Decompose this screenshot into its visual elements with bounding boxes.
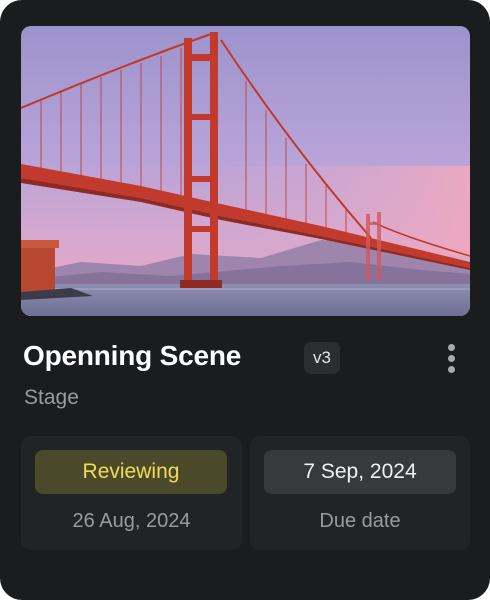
project-card[interactable]: Openning Scene v3 Stage Reviewing 26 Aug… [0,0,490,600]
card-title: Openning Scene [23,340,242,371]
version-badge: v3 [304,342,340,374]
menu-dot [447,365,455,373]
due-date-label: Due date [319,510,401,532]
status-date: 26 Aug, 2024 [72,510,191,532]
card-subtitle: Stage [24,386,79,409]
bridge-photo [21,26,470,316]
more-vertical-icon[interactable] [440,342,462,374]
status-badge[interactable]: Reviewing [35,450,227,494]
menu-dot [447,354,455,362]
due-date-panel: 7 Sep, 2024 Due date [250,436,470,550]
due-date-value[interactable]: 7 Sep, 2024 [264,450,456,494]
thumbnail-image[interactable] [21,26,470,316]
status-panel: Reviewing 26 Aug, 2024 [21,436,242,550]
menu-dot [447,343,455,351]
